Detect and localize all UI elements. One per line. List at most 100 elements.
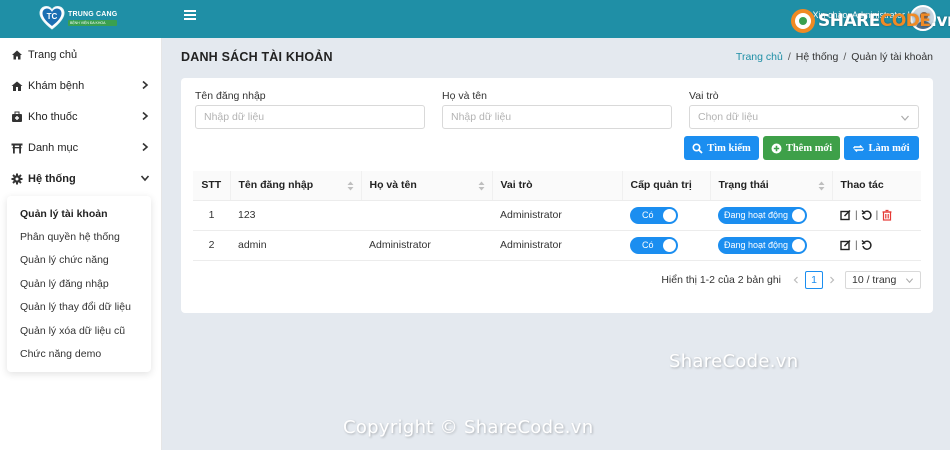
- watermark-logo-part2: CODE: [879, 11, 931, 31]
- table-row: 2 admin Administrator Administrator Có Đ…: [193, 230, 921, 261]
- breadcrumb: Trang chủ / Hệ thống / Quản lý tài khoản: [736, 51, 933, 63]
- breadcrumb-home[interactable]: Trang chủ: [736, 51, 783, 63]
- plus-circle-icon: [771, 143, 782, 153]
- sort-icon: [818, 181, 824, 191]
- reset-password-icon[interactable]: [861, 239, 873, 251]
- logo-tagline: BỆNH VIỆN ĐA KHOA: [68, 19, 118, 26]
- svg-text:TC: TC: [47, 12, 58, 21]
- medkit-icon: [11, 111, 23, 123]
- page-title: DANH SÁCH TÀI KHOẢN: [181, 50, 333, 64]
- fullname-filter-label: Họ và tên: [442, 90, 487, 102]
- status-toggle-label: Đang hoạt động: [724, 239, 789, 250]
- search-button[interactable]: Tìm kiếm: [684, 136, 759, 160]
- chevron-right-icon: [142, 80, 149, 90]
- fullname-filter-input[interactable]: [442, 105, 672, 129]
- role-filter-select[interactable]: Chọn dữ liệu: [689, 105, 919, 129]
- sidebar-item-he-thong[interactable]: Hệ thống: [0, 163, 161, 194]
- delete-icon[interactable]: [881, 209, 893, 221]
- sidebar-item-danh-muc[interactable]: Danh mục: [0, 132, 161, 163]
- breadcrumb-current: Quản lý tài khoản: [851, 51, 933, 63]
- admin-toggle-label: Có: [642, 239, 654, 250]
- sidebar: Trang chủ Khám bệnh Kho thuốc Danh mục H…: [0, 38, 162, 450]
- admin-toggle[interactable]: Có: [630, 206, 678, 224]
- cell-role: Administrator: [492, 230, 622, 261]
- edit-icon[interactable]: [840, 239, 852, 251]
- page-number-button[interactable]: 1: [805, 271, 823, 289]
- cell-admin: Có: [622, 200, 710, 231]
- torii-icon: [11, 142, 23, 154]
- username-filter-input[interactable]: [195, 105, 425, 129]
- account-list-card: Tên đăng nhập Họ và tên Vai trò Chọn dữ …: [181, 78, 933, 313]
- edit-icon[interactable]: [840, 209, 852, 221]
- cell-actions: | |: [832, 200, 921, 231]
- sidebar-item-label: Danh mục: [28, 141, 79, 154]
- breadcrumb-level1: Hệ thống: [795, 51, 839, 63]
- hospital-logo[interactable]: TC TRUNG CANG BỆNH VIỆN ĐA KHOA: [38, 4, 118, 32]
- copyright-watermark: Copyright © ShareCode.vn: [343, 417, 594, 438]
- column-header-username[interactable]: Tên đăng nhập: [230, 171, 362, 201]
- refresh-button[interactable]: Làm mới: [844, 136, 919, 160]
- column-header-status[interactable]: Trạng thái: [710, 171, 833, 201]
- page-size-value: 10 / trang: [852, 274, 897, 286]
- column-header-label: Họ và tên: [369, 179, 417, 192]
- search-icon: [692, 142, 703, 154]
- cell-actions: |: [832, 230, 921, 261]
- cell-admin: Có: [622, 230, 710, 261]
- column-header-fullname[interactable]: Họ và tên: [361, 171, 493, 201]
- role-filter-placeholder: Chọn dữ liệu: [698, 111, 759, 123]
- cell-fullname: [361, 200, 492, 231]
- menu-toggle-icon[interactable]: [184, 10, 196, 22]
- submenu-item-chuc-nang-demo[interactable]: Chức năng demo: [7, 342, 151, 365]
- column-header-actions: Thao tác: [832, 171, 921, 201]
- cell-fullname: Administrator: [361, 230, 492, 261]
- sharecode-watermark-logo: SHARECODE.vn: [790, 8, 950, 34]
- chevron-right-icon[interactable]: [825, 273, 839, 287]
- submenu-item-xoa-du-lieu-cu[interactable]: Quản lý xóa dữ liệu cũ: [7, 319, 151, 342]
- sidebar-item-kho-thuoc[interactable]: Kho thuốc: [0, 101, 161, 132]
- chevron-right-icon: [142, 111, 149, 121]
- cell-stt: 2: [193, 230, 230, 261]
- username-filter-label: Tên đăng nhập: [195, 90, 266, 102]
- submenu-item-chuc-nang[interactable]: Quản lý chức năng: [7, 249, 151, 272]
- column-header-label: Tên đăng nhập: [238, 179, 314, 192]
- chevron-down-icon: [140, 175, 150, 182]
- page-size-select[interactable]: 10 / trang: [845, 271, 921, 289]
- chevron-right-icon: [142, 142, 149, 152]
- sort-icon: [478, 181, 484, 191]
- column-header-role: Vai trò: [492, 171, 623, 201]
- submenu-item-quan-ly-tai-khoan[interactable]: Quản lý tài khoản: [7, 202, 151, 225]
- page-header: DANH SÁCH TÀI KHOẢN Trang chủ / Hệ thống…: [181, 49, 933, 67]
- submenu-item-phan-quyen[interactable]: Phân quyền hệ thống: [7, 225, 151, 248]
- admin-toggle-label: Có: [642, 209, 654, 220]
- pagination: Hiển thị 1-2 của 2 bản ghi 1 10 / trang: [661, 271, 921, 289]
- home-icon: [11, 49, 23, 61]
- sidebar-item-kham-benh[interactable]: Khám bệnh: [0, 70, 161, 101]
- table-header-row: STT Tên đăng nhập Họ và tên Vai trò Cấp …: [193, 171, 921, 201]
- cell-stt: 1: [193, 200, 230, 231]
- cell-status: Đang hoạt động: [710, 200, 832, 231]
- status-toggle-label: Đang hoạt động: [724, 209, 789, 220]
- accounts-table: STT Tên đăng nhập Họ và tên Vai trò Cấp …: [193, 171, 921, 261]
- submenu-item-thay-doi-du-lieu[interactable]: Quản lý thay đổi dữ liệu: [7, 296, 151, 319]
- table-row: 1 123 Administrator Có Đang hoạt động | …: [193, 200, 921, 231]
- cell-username: 123: [230, 200, 361, 231]
- submenu-item-dang-nhap[interactable]: Quản lý đăng nhập: [7, 272, 151, 295]
- chevron-down-icon: [901, 115, 909, 121]
- column-header-admin: Cấp quản trị: [622, 171, 711, 201]
- chevron-down-icon: [905, 278, 914, 284]
- pagination-info: Hiển thị 1-2 của 2 bản ghi: [661, 274, 781, 286]
- he-thong-submenu: Quản lý tài khoản Phân quyền hệ thống Qu…: [7, 196, 151, 372]
- status-toggle[interactable]: Đang hoạt động: [718, 206, 807, 224]
- hospital-icon: [11, 80, 23, 92]
- column-header-label: Trạng thái: [718, 179, 769, 192]
- refresh-button-label: Làm mới: [868, 142, 910, 154]
- logo-name: TRUNG CANG: [68, 10, 118, 18]
- watermark-logo-part3: .vn: [930, 11, 950, 31]
- admin-toggle[interactable]: Có: [630, 236, 678, 254]
- watermark-logo-part1: SHARE: [818, 11, 880, 31]
- chevron-left-icon[interactable]: [789, 273, 803, 287]
- status-toggle[interactable]: Đang hoạt động: [718, 236, 807, 254]
- add-button[interactable]: Thêm mới: [763, 136, 840, 160]
- reset-password-icon[interactable]: [861, 209, 873, 221]
- sidebar-item-home[interactable]: Trang chủ: [0, 39, 161, 70]
